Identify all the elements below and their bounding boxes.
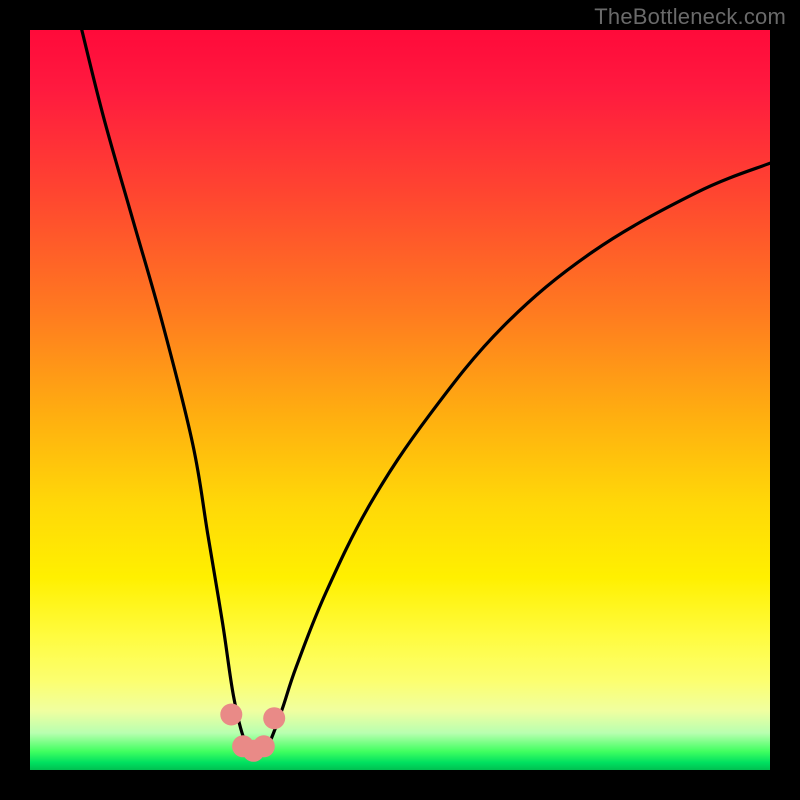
plot-area — [30, 30, 770, 770]
highlight-dots — [220, 704, 285, 762]
chart-frame: TheBottleneck.com — [0, 0, 800, 800]
watermark-text: TheBottleneck.com — [594, 4, 786, 30]
highlight-dot — [263, 707, 285, 729]
bottleneck-curve — [82, 30, 770, 753]
highlight-dot — [220, 704, 242, 726]
highlight-dot — [253, 735, 275, 757]
chart-svg — [30, 30, 770, 770]
